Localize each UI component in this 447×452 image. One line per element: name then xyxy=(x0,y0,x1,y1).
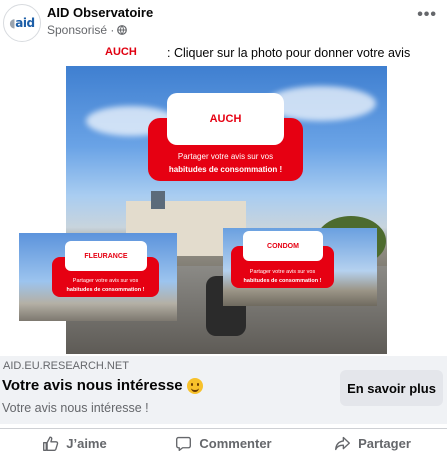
main-card-line2: habitudes de consommation ! xyxy=(168,165,283,174)
comment-label: Commenter xyxy=(199,436,272,451)
share-button[interactable]: Partager xyxy=(298,429,447,452)
link-headline: Votre avis nous intéresse xyxy=(2,377,203,394)
left-sub-image[interactable]: Partager votre avis sur vos habitudes de… xyxy=(19,233,177,321)
right-card-brand: CONDOM xyxy=(243,231,323,261)
comment-button[interactable]: Commenter xyxy=(149,429,298,452)
link-description: Votre avis nous intéresse ! xyxy=(2,401,149,415)
globe-icon xyxy=(117,25,128,35)
building-roof xyxy=(151,191,165,209)
action-bar: J’aime Commenter Partager xyxy=(0,428,447,452)
main-card-brand: AUCH xyxy=(167,93,284,145)
right-card-line1: Partager votre avis sur vos xyxy=(249,269,316,275)
sponsored-label[interactable]: Sponsorisé · xyxy=(47,23,128,37)
right-card-line2: habitudes de consommation ! xyxy=(243,278,322,284)
sponsored-text: Sponsorisé · xyxy=(47,23,115,37)
left-card-line2: habitudes de consommation ! xyxy=(66,287,145,293)
share-label: Partager xyxy=(358,436,411,451)
main-card-line1: Partager votre avis sur vos xyxy=(177,152,274,161)
page-name[interactable]: AID Observatoire xyxy=(47,5,153,20)
more-options-button[interactable]: ••• xyxy=(417,6,437,24)
comment-icon xyxy=(176,436,192,451)
left-card-brand: FLEURANCE xyxy=(65,241,147,271)
thumbs-up-icon xyxy=(43,436,59,451)
link-preview[interactable]: AID.EU.RESEARCH.NET Votre avis nous inté… xyxy=(0,356,447,424)
learn-more-button[interactable]: En savoir plus xyxy=(340,370,443,406)
avatar-logo: ◖aid xyxy=(9,16,35,30)
sponsored-post: ◖aid AID Observatoire Sponsorisé · ••• A… xyxy=(0,0,447,452)
caption-brand: AUCH xyxy=(105,46,137,58)
like-button[interactable]: J’aime xyxy=(0,429,149,452)
right-sub-image[interactable]: Partager votre avis sur vos habitudes de… xyxy=(223,228,377,306)
left-card-line1: Partager votre avis sur vos xyxy=(72,278,139,284)
caption-text: : Cliquer sur la photo pour donner votre… xyxy=(167,46,411,60)
page-avatar[interactable]: ◖aid xyxy=(3,4,41,42)
share-icon xyxy=(335,436,351,451)
like-label: J’aime xyxy=(66,436,107,451)
link-headline-text: Votre avis nous intéresse xyxy=(2,377,183,394)
link-domain: AID.EU.RESEARCH.NET xyxy=(3,360,129,372)
smile-emoji-icon xyxy=(186,377,203,394)
